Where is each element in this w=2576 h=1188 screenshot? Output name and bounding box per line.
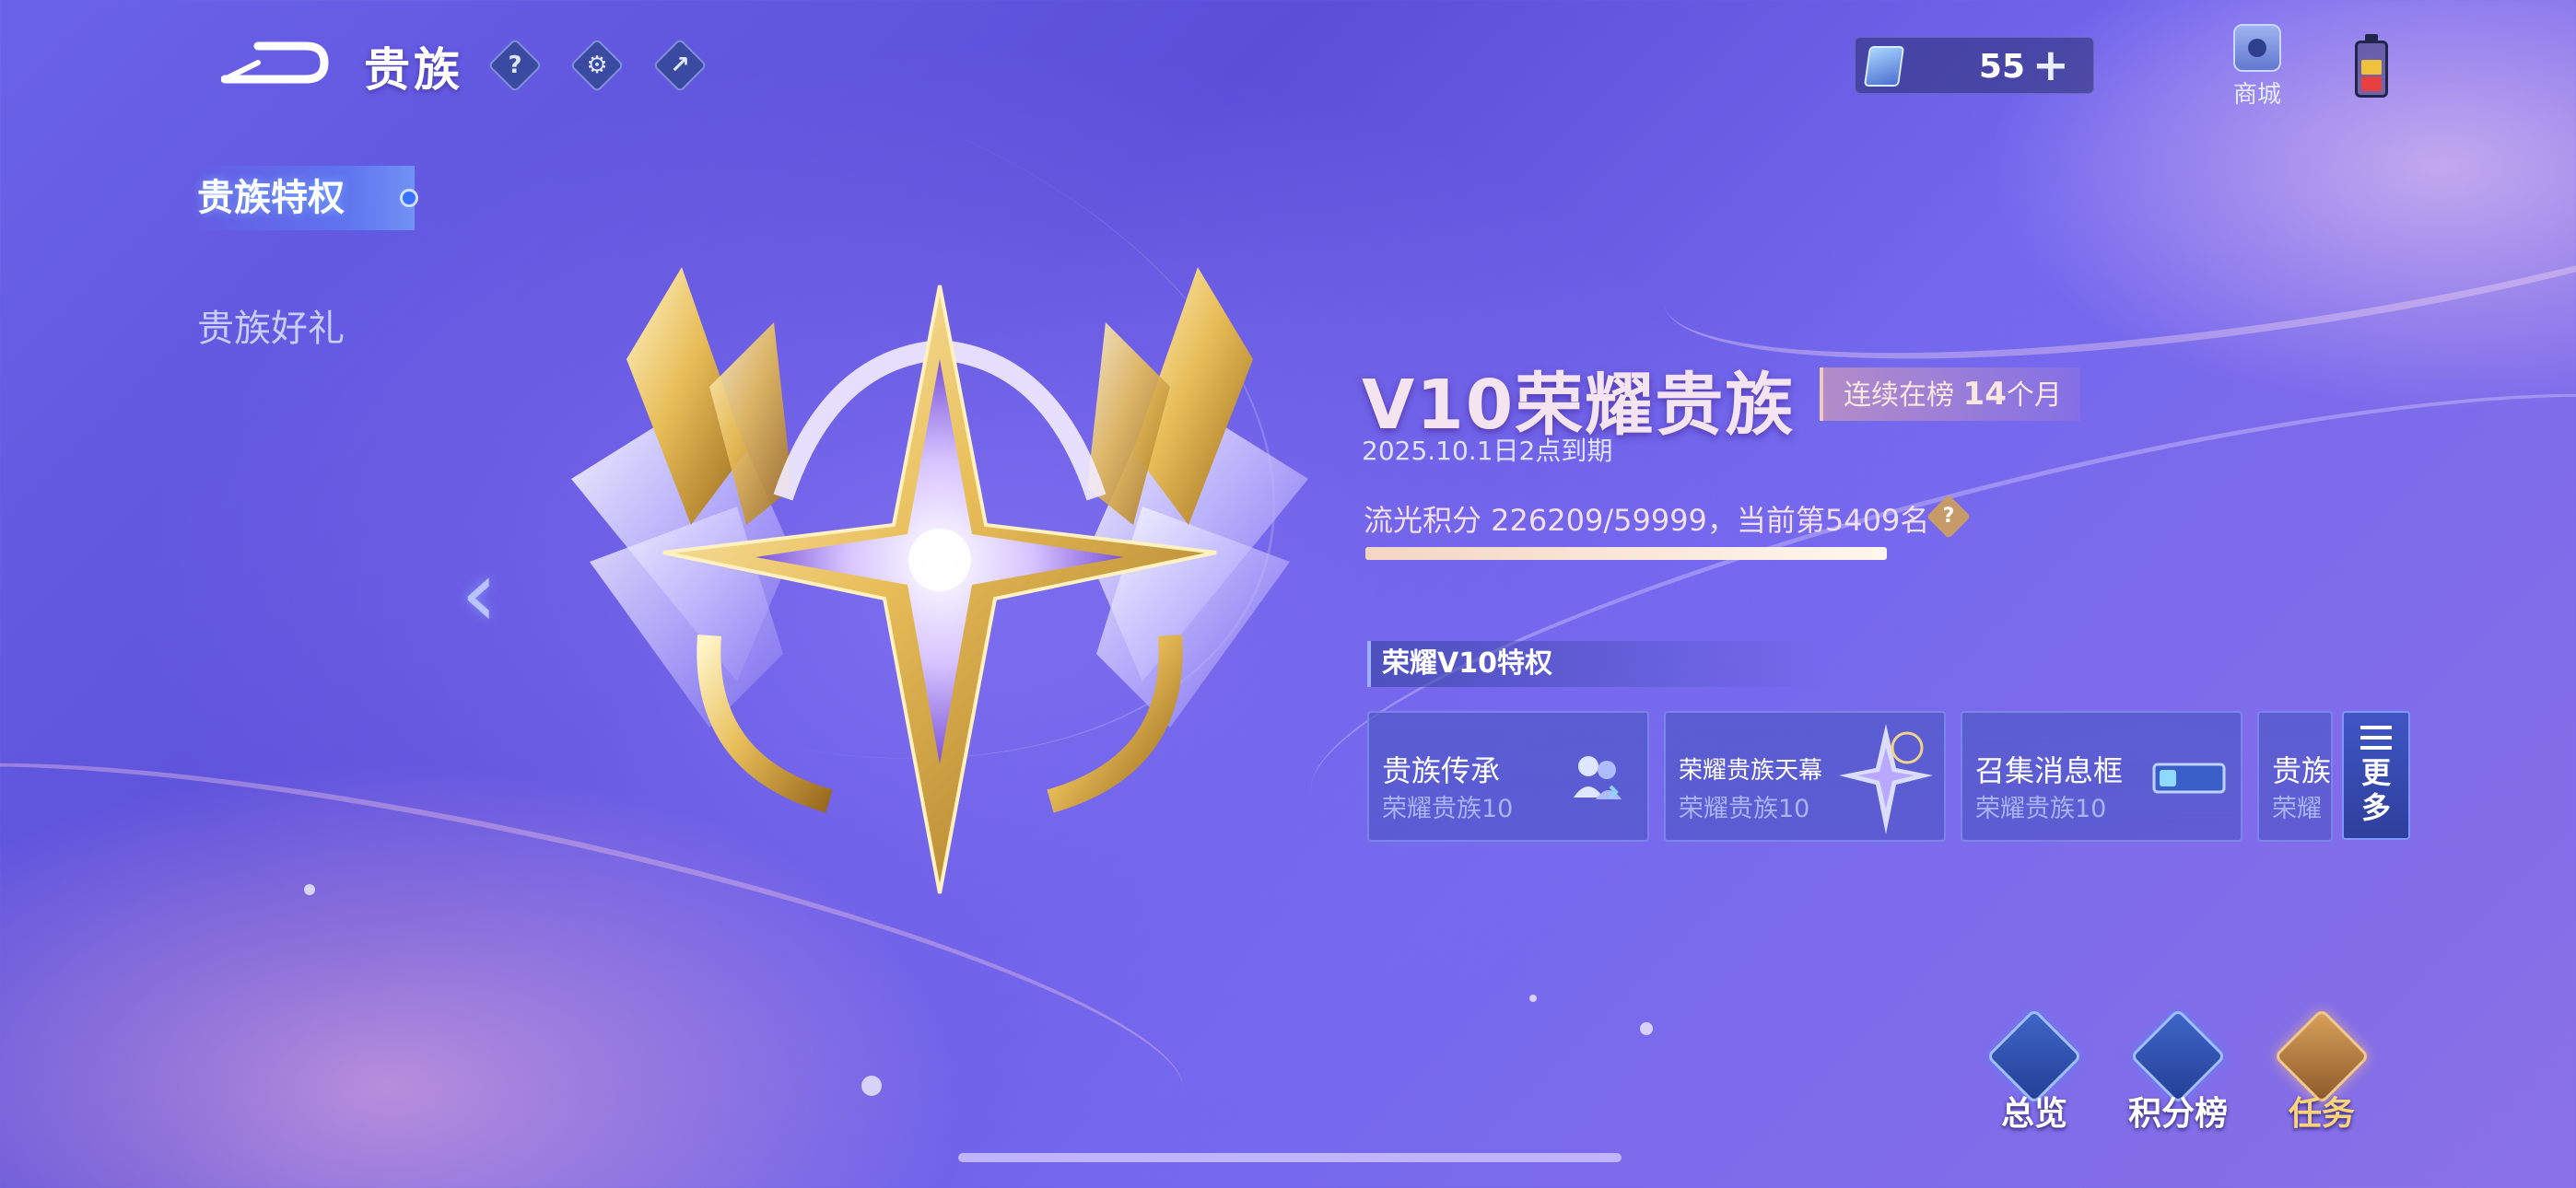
sky-curtain-icon — [1839, 724, 1933, 834]
perks-section-title: 荣耀V10特权 — [1367, 641, 1828, 687]
streak-badge: 连续在榜 14个月 — [1820, 367, 2080, 421]
task-label: 任务 — [2288, 1095, 2355, 1133]
sparkle — [861, 1076, 882, 1096]
help-icon: ? — [508, 52, 522, 79]
perk-level: 荣耀贵族10 — [1975, 795, 2107, 823]
perk-level: 荣耀贵族10 — [1382, 795, 1514, 823]
sparkle — [1529, 995, 1537, 1002]
sparkle — [1640, 1022, 1653, 1035]
sidebar-item-label: 贵族特权 — [197, 177, 345, 219]
back-button[interactable] — [220, 37, 332, 92]
points-progress-bar — [1365, 547, 1887, 560]
help-button[interactable]: ? — [487, 38, 543, 93]
perk-card-message-frame[interactable]: 召集消息框 荣耀贵族10 — [1961, 711, 2242, 842]
perk-card-sky-curtain[interactable]: 荣耀贵族天幕 荣耀贵族10 — [1664, 711, 1946, 842]
currency-display: 55 + — [1855, 37, 2094, 94]
sparkle — [304, 884, 315, 895]
leaderboard-button[interactable]: 积分榜 — [2123, 1007, 2233, 1133]
message-frame-icon — [2152, 763, 2226, 794]
perk-card-partial[interactable]: 贵族 荣耀 — [2257, 711, 2333, 842]
card-icon — [1863, 46, 1905, 87]
more-perks-button[interactable]: 更多 — [2342, 711, 2410, 840]
inherit-icon — [1574, 756, 1622, 799]
back-arrow-icon — [220, 41, 329, 84]
share-button[interactable]: ↗ — [652, 38, 708, 93]
streak-suffix: 个月 — [2006, 379, 2062, 412]
battery-icon — [2355, 34, 2388, 98]
perk-name: 召集消息框 — [1975, 753, 2124, 788]
expire-date: 2025.10.1日2点到期 — [1362, 436, 1613, 466]
shop-label: 商城 — [2232, 81, 2281, 109]
previous-level-button[interactable]: ‹ — [461, 548, 516, 640]
sidebar-item-gifts[interactable]: 贵族好礼 — [193, 297, 415, 361]
shop-icon — [2233, 24, 2281, 72]
points-rank-text: 流光积分 226209/59999，当前第5409名 — [1364, 503, 1930, 538]
active-indicator-icon — [400, 189, 418, 207]
help-icon: ? — [1942, 505, 1955, 528]
add-currency-button[interactable]: + — [2032, 43, 2069, 87]
leaderboard-label: 积分榜 — [2127, 1095, 2228, 1133]
page-title: 贵族 — [364, 43, 463, 97]
perk-card-inherit[interactable]: 贵族传承 荣耀贵族10 — [1367, 711, 1649, 842]
sidebar-item-privileges[interactable]: 贵族特权 — [193, 166, 418, 230]
progress-fill — [1365, 547, 1887, 560]
shop-button[interactable]: 商城 — [2220, 24, 2294, 116]
streak-count: 14 — [1962, 376, 2007, 413]
more-label: 更多 — [2360, 755, 2391, 825]
streak-prefix: 连续在榜 — [1844, 379, 1963, 412]
overview-label: 总览 — [2000, 1095, 2067, 1133]
share-icon: ↗ — [670, 52, 690, 79]
home-indicator[interactable] — [958, 1153, 1622, 1162]
settings-button[interactable]: ⚙ — [569, 38, 625, 93]
list-icon — [2360, 726, 2392, 750]
noble-emblem-icon — [571, 267, 1308, 894]
overview-button[interactable]: 总览 — [1979, 1007, 2090, 1133]
perk-level: 荣耀 — [2272, 795, 2322, 823]
points-help-button[interactable]: ? — [1926, 494, 1972, 540]
perk-name: 贵族 — [2272, 753, 2332, 788]
perk-name: 荣耀贵族天幕 — [1679, 757, 1823, 785]
currency-value: 55 — [1978, 48, 2025, 86]
perk-level: 荣耀贵族10 — [1679, 795, 1810, 823]
sidebar-item-label: 贵族好礼 — [197, 308, 345, 350]
perk-name: 贵族传承 — [1382, 753, 1501, 788]
task-button[interactable]: 任务 — [2266, 1007, 2377, 1133]
settings-icon: ⚙ — [586, 52, 608, 79]
